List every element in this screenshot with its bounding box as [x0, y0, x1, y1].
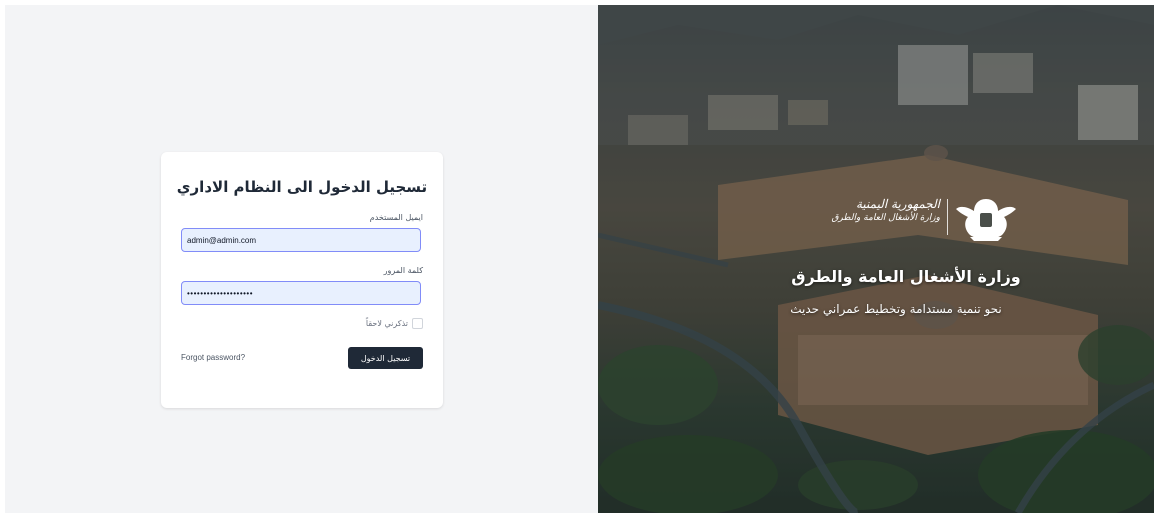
login-button[interactable]: تسجيل الدخول — [348, 347, 423, 369]
login-card: تسجيل الدخول الى النظام الاداري ايميل ال… — [161, 152, 443, 408]
forgot-password-link[interactable]: Forgot password? — [181, 353, 245, 362]
logo-divider — [947, 199, 948, 235]
login-pane: تسجيل الدخول الى النظام الاداري ايميل ال… — [5, 5, 598, 513]
login-title: تسجيل الدخول الى النظام الاداري — [176, 178, 428, 196]
password-input[interactable] — [181, 281, 421, 305]
remember-me[interactable]: تذكرني لاحقاً — [366, 318, 423, 329]
email-label: ايميل المستخدم — [369, 213, 423, 222]
password-label: كلمة المرور — [383, 266, 423, 275]
yemen-eagle-emblem-icon — [956, 199, 1016, 241]
checkbox-icon[interactable] — [412, 318, 423, 329]
ministry-name: وزارة الأشغال العامة والطرق — [791, 267, 1021, 286]
ministry-tagline: نحو تنمية مستدامة وتخطيط عمراني حديث — [790, 302, 1002, 316]
remember-me-label: تذكرني لاحقاً — [365, 319, 408, 328]
dark-overlay — [598, 5, 1154, 513]
ministry-logo: الجمهورية اليمنية وزارة الأشغال العامة و… — [808, 193, 1018, 245]
logo-country-name: الجمهورية اليمنية — [855, 197, 940, 211]
page-frame: تسجيل الدخول الى النظام الاداري ايميل ال… — [5, 5, 1154, 513]
logo-text: الجمهورية اليمنية وزارة الأشغال العامة و… — [810, 197, 940, 224]
logo-ministry-name: وزارة الأشغال العامة والطرق — [831, 212, 940, 223]
email-input[interactable] — [181, 228, 421, 252]
brand-pane: الجمهورية اليمنية وزارة الأشغال العامة و… — [598, 5, 1154, 513]
